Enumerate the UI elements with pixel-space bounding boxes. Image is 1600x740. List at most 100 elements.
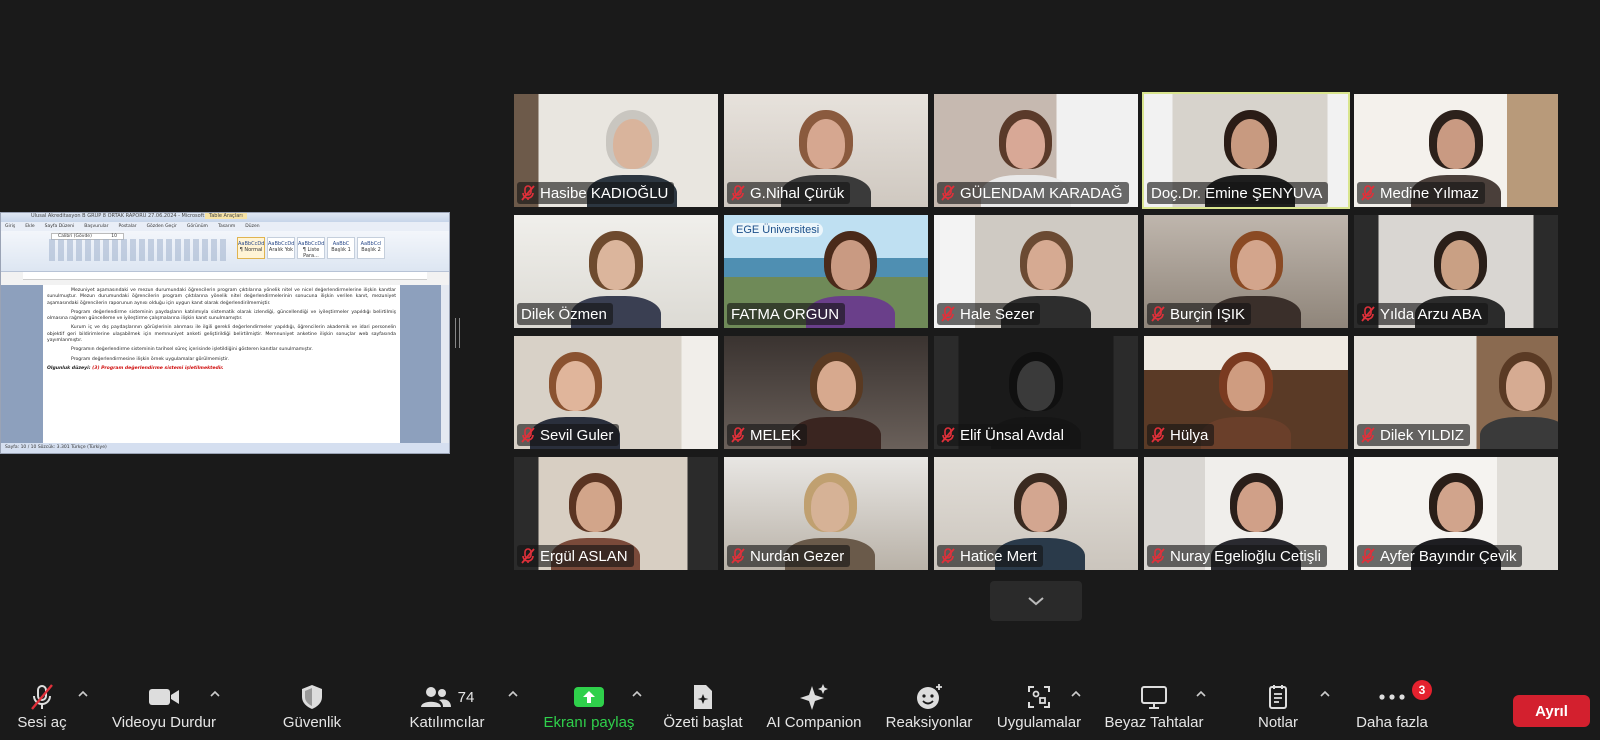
word-tab: Görünüm <box>186 224 208 229</box>
word-tab: Sayfa Düzeni <box>44 224 75 229</box>
share-options-caret[interactable] <box>630 688 644 700</box>
leave-meeting-button[interactable]: Ayrıl <box>1513 695 1590 727</box>
audio-options-caret[interactable] <box>76 688 90 700</box>
ai-companion-button[interactable]: AI Companion <box>760 680 868 740</box>
participant-tile[interactable]: GÜLENDAM KARADAĞ <box>934 94 1138 207</box>
apps-options-caret[interactable] <box>1069 688 1083 700</box>
doc-paragraph: Programın değerlendirme sisteminin tarih… <box>71 347 313 353</box>
share-screen-icon <box>574 687 604 707</box>
participant-tile[interactable]: MELEK <box>724 336 928 449</box>
meeting-toolbar: Sesi aç Videoyu Durdur Güvenlik 74 Katıl… <box>0 680 1600 740</box>
participant-name: Ergül ASLAN <box>540 547 628 565</box>
participant-tile[interactable]: Hülya <box>1144 336 1348 449</box>
participant-name-tag: Nuray Egelioğlu Cetişli <box>1147 545 1327 567</box>
video-options-caret[interactable] <box>208 688 222 700</box>
formatting-tools <box>49 239 229 261</box>
video-label: Videoyu Durdur <box>112 714 216 731</box>
muted-microphone-icon <box>731 548 745 564</box>
participant-tile[interactable]: Dilek Özmen <box>514 215 718 328</box>
participant-name-tag: Ergül ASLAN <box>517 545 634 567</box>
participant-tile[interactable]: Medine Yılmaz <box>1354 94 1558 207</box>
participant-tile[interactable]: Hatice Mert <box>934 457 1138 570</box>
participant-name-tag: Dilek Özmen <box>517 303 613 325</box>
shared-screen[interactable]: Ulusal Akreditasyon B GRUP 8 ORTAK RAPOR… <box>0 212 450 454</box>
security-label: Güvenlik <box>282 714 342 731</box>
style-label: Başlık 1 <box>331 247 351 253</box>
muted-microphone-icon <box>1361 185 1375 201</box>
participant-tile[interactable]: Yılda Arzu ABA <box>1354 215 1558 328</box>
participant-tile[interactable]: Sevil Guler <box>514 336 718 449</box>
word-title-bar: Ulusal Akreditasyon B GRUP 8 ORTAK RAPOR… <box>1 213 449 222</box>
start-summary-label: Özeti başlat <box>663 714 743 731</box>
notes-button[interactable]: Notlar <box>1236 680 1320 740</box>
participant-tile[interactable]: Burçin IŞIK <box>1144 215 1348 328</box>
whiteboards-options-caret[interactable] <box>1194 688 1208 700</box>
participants-button[interactable]: 74 Katılımcılar <box>400 680 494 740</box>
style-label: Aralık Yok <box>268 247 294 253</box>
participant-tile[interactable]: Elif Ünsal Avdal <box>934 336 1138 449</box>
audio-button[interactable]: Sesi aç <box>10 680 74 740</box>
muted-microphone-icon <box>941 427 955 443</box>
participant-tile[interactable]: Dilek YILDIZ <box>1354 336 1558 449</box>
muted-microphone-icon <box>731 427 745 443</box>
reactions-button[interactable]: Reaksiyonlar <box>880 680 978 740</box>
word-ribbon: Calibri (Gövde) 10 AaBbCcDd ¶ Normal AaBb… <box>1 231 449 272</box>
muted-microphone-icon <box>1361 427 1375 443</box>
participant-tile[interactable]: Ayfer Bayındır Çevik <box>1354 457 1558 570</box>
participant-name-tag: GÜLENDAM KARADAĞ <box>937 182 1129 204</box>
participant-name: Hasibe KADIOĞLU <box>540 184 669 202</box>
participant-tile[interactable]: Nurdan Gezer <box>724 457 928 570</box>
participant-name-tag: Hale Sezer <box>937 303 1041 325</box>
participants-options-caret[interactable] <box>506 688 520 700</box>
word-ruler <box>23 272 427 280</box>
word-context-tab: Table Araçları <box>205 213 247 219</box>
apps-label: Uygulamalar <box>996 714 1082 731</box>
participant-name-tag: Yılda Arzu ABA <box>1357 303 1488 325</box>
participant-name-tag: Doç.Dr. Emine ŞENYUVA <box>1147 182 1329 204</box>
share-screen-button[interactable]: Ekranı paylaş <box>542 680 636 740</box>
virtual-background-logo: EGE Üniversitesi <box>732 223 824 237</box>
muted-microphone-icon <box>1361 548 1375 564</box>
muted-microphone-icon <box>731 185 745 201</box>
participant-count: 74 <box>457 688 475 706</box>
style-list: AaBbCcDd ¶ Liste Para... <box>297 237 325 259</box>
participant-tile[interactable]: Hale Sezer <box>934 215 1138 328</box>
style-label: Başlık 2 <box>361 247 381 253</box>
participant-tile[interactable]: G.Nihal Çürük <box>724 94 928 207</box>
gallery-next-page-button[interactable] <box>990 581 1082 621</box>
participant-tile[interactable]: Doç.Dr. Emine ŞENYUVA <box>1142 92 1350 209</box>
more-dots-icon <box>1379 694 1405 700</box>
muted-microphone-icon <box>941 306 955 322</box>
notes-options-caret[interactable] <box>1318 688 1332 700</box>
participant-name-tag: G.Nihal Çürük <box>727 182 851 204</box>
word-scrollbar[interactable] <box>441 285 449 443</box>
participant-name-tag: FATMA ORGUN <box>727 303 846 325</box>
whiteboards-button[interactable]: Beyaz Tahtalar <box>1102 680 1206 740</box>
participant-name-tag: Nurdan Gezer <box>727 545 851 567</box>
video-button[interactable]: Videoyu Durdur <box>104 680 224 740</box>
participant-tile[interactable]: Nuray Egelioğlu Cetişli <box>1144 457 1348 570</box>
participant-name: Dilek YILDIZ <box>1380 426 1464 444</box>
start-summary-button[interactable]: Özeti başlat <box>660 680 746 740</box>
participant-name-tag: Ayfer Bayındır Çevik <box>1357 545 1523 567</box>
participant-name: Hale Sezer <box>960 305 1035 323</box>
word-tab: Ekle <box>25 224 35 229</box>
participant-name: MELEK <box>750 426 801 444</box>
participant-name: GÜLENDAM KARADAĞ <box>960 184 1123 202</box>
muted-microphone-icon <box>941 185 955 201</box>
sparkle-icon <box>800 684 828 710</box>
participant-name: Sevil Guler <box>540 426 614 444</box>
participant-tile[interactable]: EGE Üniversitesi FATMA ORGUN <box>724 215 928 328</box>
whiteboards-label: Beyaz Tahtalar <box>1104 714 1204 731</box>
participant-tile[interactable]: Hasibe KADIOĞLU <box>514 94 718 207</box>
muted-microphone-icon <box>521 548 535 564</box>
muted-microphone-icon <box>1151 548 1165 564</box>
participant-tile[interactable]: Ergül ASLAN <box>514 457 718 570</box>
split-view-handle[interactable] <box>455 318 460 348</box>
word-tab: Gözden Geçir <box>146 224 177 229</box>
participant-name-tag: Hasibe KADIOĞLU <box>517 182 675 204</box>
maturity-value: (3) Program değerlendirme sistemi işleti… <box>92 365 224 371</box>
muted-microphone-icon <box>521 427 535 443</box>
participant-name: Burçin IŞIK <box>1170 305 1246 323</box>
security-button[interactable]: Güvenlik <box>274 680 350 740</box>
